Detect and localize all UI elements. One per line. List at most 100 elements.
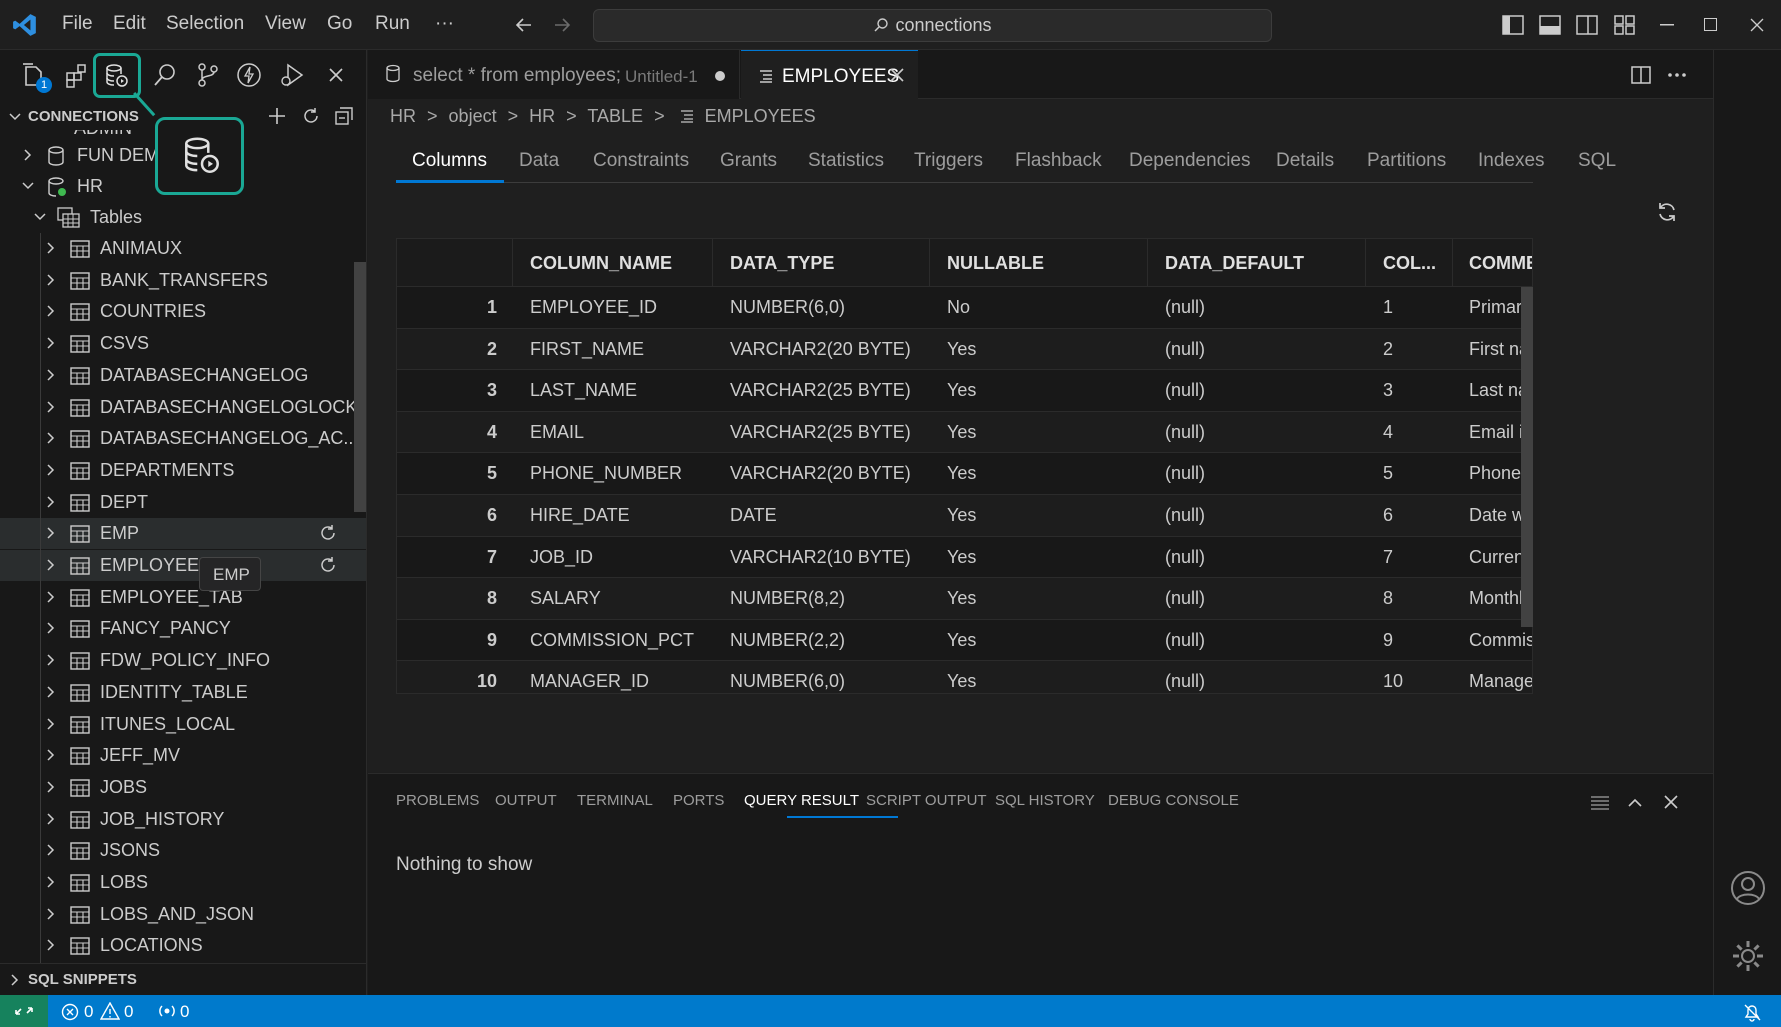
sql-developer-icon[interactable] [93, 53, 141, 98]
extensions-icon[interactable] [63, 61, 91, 89]
grid-cell[interactable]: VARCHAR2(25 BYTE) [730, 422, 929, 443]
error-count[interactable]: 0 [84, 1002, 93, 1022]
ports-count[interactable]: 0 [180, 1002, 189, 1022]
grid-cell[interactable]: Manager id of the e... [1469, 671, 1532, 692]
table-item[interactable]: DATABASECHANGELOG [0, 360, 366, 391]
close-view-icon[interactable] [328, 67, 344, 83]
grid-cell[interactable]: 10 [1383, 671, 1452, 692]
grid-cell[interactable]: EMPLOYEE_ID [530, 297, 712, 318]
grid-cell[interactable]: Yes [947, 422, 1147, 443]
breadcrumb-object[interactable]: object [449, 106, 497, 126]
warning-count[interactable]: 0 [124, 1002, 133, 1022]
table-item[interactable]: DATABASECHANGELOG_AC... [0, 423, 366, 454]
menu-edit[interactable]: Edit [113, 13, 146, 35]
detail-tab-partitions[interactable]: Partitions [1367, 150, 1446, 172]
table-item[interactable]: JSONS [0, 835, 366, 866]
account-icon[interactable] [1730, 870, 1766, 906]
grid-cell[interactable]: MANAGER_ID [530, 671, 712, 692]
grid-cell[interactable]: (null) [1165, 630, 1365, 651]
grid-cell[interactable]: FIRST_NAME [530, 339, 712, 360]
grid-cell[interactable]: HIRE_DATE [530, 505, 712, 526]
panel-tab-query-result[interactable]: QUERY RESULT [744, 792, 859, 809]
table-item[interactable]: DATABASECHANGELOGLOCK [0, 392, 366, 423]
grid-cell[interactable]: (null) [1165, 547, 1365, 568]
table-item[interactable]: IDENTITY_TABLE [0, 677, 366, 708]
sql-snippets-header[interactable]: SQL SNIPPETS [0, 963, 366, 995]
column-header[interactable]: COL... [1383, 253, 1436, 274]
detail-tab-flashback[interactable]: Flashback [1015, 150, 1102, 172]
menu-selection[interactable]: Selection [166, 13, 244, 35]
grid-cell[interactable]: SALARY [530, 588, 712, 609]
grid-cell[interactable]: VARCHAR2(25 BYTE) [730, 380, 929, 401]
command-center-search[interactable]: connections [593, 9, 1272, 42]
grid-cell[interactable]: NUMBER(6,0) [730, 671, 929, 692]
table-item[interactable]: CSVS [0, 328, 366, 359]
split-editor-icon[interactable] [1631, 65, 1651, 85]
close-panel-icon[interactable] [1664, 795, 1678, 809]
panel-tab-problems[interactable]: PROBLEMS [396, 792, 479, 809]
toggle-panel-icon[interactable] [1539, 15, 1561, 35]
more-actions-icon[interactable] [1667, 72, 1687, 78]
grid-cell[interactable]: EMAIL [530, 422, 712, 443]
table-item[interactable]: DEPT [0, 487, 366, 518]
explorer-icon[interactable]: 1 [20, 61, 52, 93]
table-item[interactable]: EMP [0, 518, 366, 550]
table-item[interactable]: JOB_HISTORY [0, 804, 366, 835]
tree-item-tables[interactable]: Tables [0, 202, 366, 233]
grid-cell[interactable]: (null) [1165, 671, 1365, 692]
breadcrumb-table[interactable]: TABLE [587, 106, 643, 126]
menu-go[interactable]: Go [327, 13, 352, 35]
grid-cell[interactable]: No [947, 297, 1147, 318]
toggle-primary-sidebar-icon[interactable] [1502, 15, 1524, 35]
menu-file[interactable]: File [62, 13, 93, 35]
grid-cell[interactable]: LAST_NAME [530, 380, 712, 401]
source-control-icon[interactable] [194, 61, 222, 89]
tab-employees[interactable]: EMPLOYEES [741, 50, 918, 99]
minimize-icon[interactable] [1660, 24, 1674, 26]
detail-tab-constraints[interactable]: Constraints [593, 150, 689, 172]
forward-arrow-icon[interactable] [552, 15, 572, 35]
table-item[interactable]: ITUNES_LOCAL [0, 709, 366, 740]
grid-cell[interactable]: Commission percent... [1469, 630, 1532, 651]
close-tab-icon[interactable] [890, 68, 904, 82]
table-item[interactable]: EMPLOYEE_TAB [0, 582, 366, 613]
refresh-icon[interactable] [318, 555, 338, 575]
grid-cell[interactable]: JOB_ID [530, 547, 712, 568]
panel-tab-ports[interactable]: PORTS [673, 792, 724, 809]
menu-view[interactable]: View [265, 13, 306, 35]
grid-cell[interactable]: NUMBER(8,2) [730, 588, 929, 609]
sidebar-scrollbar[interactable] [354, 262, 366, 512]
grid-cell[interactable]: (null) [1165, 339, 1365, 360]
table-item[interactable]: EMPLOYEES [0, 550, 366, 581]
table-item[interactable]: ANIMAUX [0, 233, 366, 264]
panel-tab-terminal[interactable]: TERMINAL [577, 792, 653, 809]
panel-tab-output[interactable]: OUTPUT [495, 792, 557, 809]
table-item[interactable]: JEFF_MV [0, 740, 366, 771]
grid-cell[interactable]: Yes [947, 630, 1147, 651]
breadcrumb-employees[interactable]: EMPLOYEES [705, 106, 816, 126]
table-item[interactable]: COUNTRIES [0, 296, 366, 327]
grid-cell[interactable]: 8 [1383, 588, 1452, 609]
run-debug-icon[interactable] [278, 61, 306, 89]
grid-cell[interactable]: Yes [947, 339, 1147, 360]
grid-cell[interactable]: (null) [1165, 505, 1365, 526]
maximize-panel-icon[interactable] [1627, 796, 1643, 808]
detail-tab-grants[interactable]: Grants [720, 150, 777, 172]
panel-tab-script-output[interactable]: SCRIPT OUTPUT [866, 792, 987, 809]
grid-cell[interactable]: (null) [1165, 422, 1365, 443]
grid-cell[interactable]: (null) [1165, 297, 1365, 318]
grid-cell[interactable]: Yes [947, 547, 1147, 568]
notifications-bell-icon[interactable] [1742, 1002, 1762, 1022]
table-item[interactable]: LOBS_AND_JSON [0, 899, 366, 930]
filter-lines-icon[interactable] [1590, 795, 1610, 811]
grid-cell[interactable]: 1 [1383, 297, 1452, 318]
refresh-icon[interactable] [318, 523, 338, 543]
unsaved-dot-icon[interactable] [714, 70, 726, 82]
grid-cell[interactable]: (null) [1165, 380, 1365, 401]
remote-indicator[interactable] [0, 995, 48, 1027]
grid-cell[interactable]: 5 [1383, 463, 1452, 484]
grid-cell[interactable]: NUMBER(2,2) [730, 630, 929, 651]
detail-tab-details[interactable]: Details [1276, 150, 1334, 172]
table-item[interactable]: LOBS [0, 867, 366, 898]
manage-gear-icon[interactable] [1730, 938, 1766, 974]
